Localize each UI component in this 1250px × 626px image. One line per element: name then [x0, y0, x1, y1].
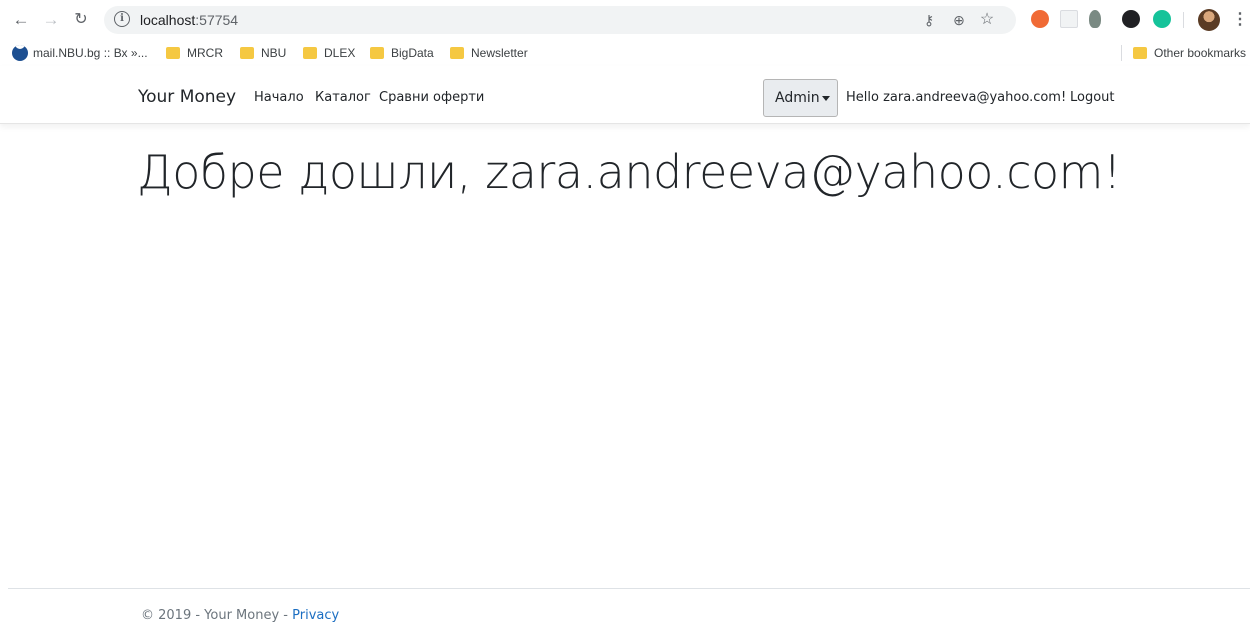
bookmark-other[interactable]: Other bookmarks	[1133, 45, 1246, 61]
toolbar-divider	[1183, 12, 1184, 28]
extension-head-icon[interactable]	[1089, 10, 1101, 28]
bookmark-label: MRCR	[187, 46, 223, 60]
folder-icon	[303, 47, 317, 59]
footer: © 2019 - Your Money - Privacy	[141, 608, 339, 623]
bookmark-label: BigData	[391, 46, 434, 60]
bookmark-bigdata[interactable]: BigData	[370, 45, 434, 61]
caret-down-icon	[822, 96, 830, 101]
reload-icon[interactable]: ↻	[70, 9, 92, 31]
folder-icon	[1133, 47, 1147, 59]
bookmark-label: Newsletter	[471, 46, 528, 60]
brand-link[interactable]: Your Money	[138, 87, 236, 107]
nav-link-compare-offers[interactable]: Сравни оферти	[379, 90, 484, 105]
nbu-logo-icon	[12, 45, 28, 61]
admin-label: Admin	[775, 90, 820, 106]
bookmark-mrcr[interactable]: MRCR	[166, 45, 223, 61]
menu-kebab-icon[interactable]: ⋮	[1232, 9, 1248, 31]
bookmark-dlex[interactable]: DLEX	[303, 45, 355, 61]
bookmarks-divider	[1121, 45, 1122, 61]
info-icon[interactable]: i	[114, 11, 130, 27]
zoom-icon[interactable]: ⊕	[950, 11, 968, 29]
bookmark-mail-nbu[interactable]: mail.NBU.bg :: Вх »...	[12, 45, 148, 61]
nav-link-catalog[interactable]: Каталог	[315, 90, 371, 105]
folder-icon	[166, 47, 180, 59]
nav-link-home[interactable]: Начало	[254, 90, 304, 105]
address-url[interactable]: localhost:57754	[140, 12, 238, 28]
footer-divider	[8, 588, 1250, 589]
extension-blank-icon[interactable]	[1060, 10, 1078, 28]
extension-orange-icon[interactable]	[1031, 10, 1049, 28]
folder-icon	[450, 47, 464, 59]
folder-icon	[240, 47, 254, 59]
privacy-link[interactable]: Privacy	[292, 608, 339, 623]
user-greeting[interactable]: Hello zara.andreeva@yahoo.com!	[846, 90, 1066, 105]
bookmark-label: NBU	[261, 46, 287, 60]
welcome-heading: Добре дошли, zara.andreeva@yahoo.com!	[137, 145, 1121, 199]
back-arrow-icon[interactable]: ←	[10, 9, 32, 31]
key-icon[interactable]: ⚷	[920, 11, 938, 29]
site-navbar: Your Money Начало Каталог Сравни оферти …	[0, 66, 1250, 124]
forward-arrow-icon[interactable]: →	[40, 9, 62, 31]
address-bar[interactable]: i localhost:57754 ⚷ ⊕ ☆	[104, 6, 1016, 34]
logout-link[interactable]: Logout	[1070, 90, 1115, 105]
bookmark-newsletter[interactable]: Newsletter	[450, 45, 528, 61]
star-icon[interactable]: ☆	[978, 11, 996, 29]
url-port: :57754	[195, 12, 239, 28]
bookmark-label: DLEX	[324, 46, 356, 60]
url-host: localhost	[140, 12, 196, 28]
grammarly-icon[interactable]	[1153, 10, 1171, 28]
extension-dark-icon[interactable]	[1122, 10, 1140, 28]
bookmarks-bar: mail.NBU.bg :: Вх »... MRCR NBU DLEX Big…	[0, 40, 1250, 66]
admin-dropdown-button[interactable]: Admin	[763, 79, 838, 117]
footer-copyright: © 2019 - Your Money -	[141, 608, 293, 623]
folder-icon	[370, 47, 384, 59]
bookmark-label: mail.NBU.bg :: Вх »...	[33, 46, 148, 60]
bookmark-nbu[interactable]: NBU	[240, 45, 286, 61]
profile-avatar[interactable]	[1198, 9, 1220, 31]
browser-toolbar: ← → ↻ i localhost:57754 ⚷ ⊕ ☆ ⋮	[0, 0, 1250, 40]
bookmark-label: Other bookmarks	[1154, 46, 1247, 60]
